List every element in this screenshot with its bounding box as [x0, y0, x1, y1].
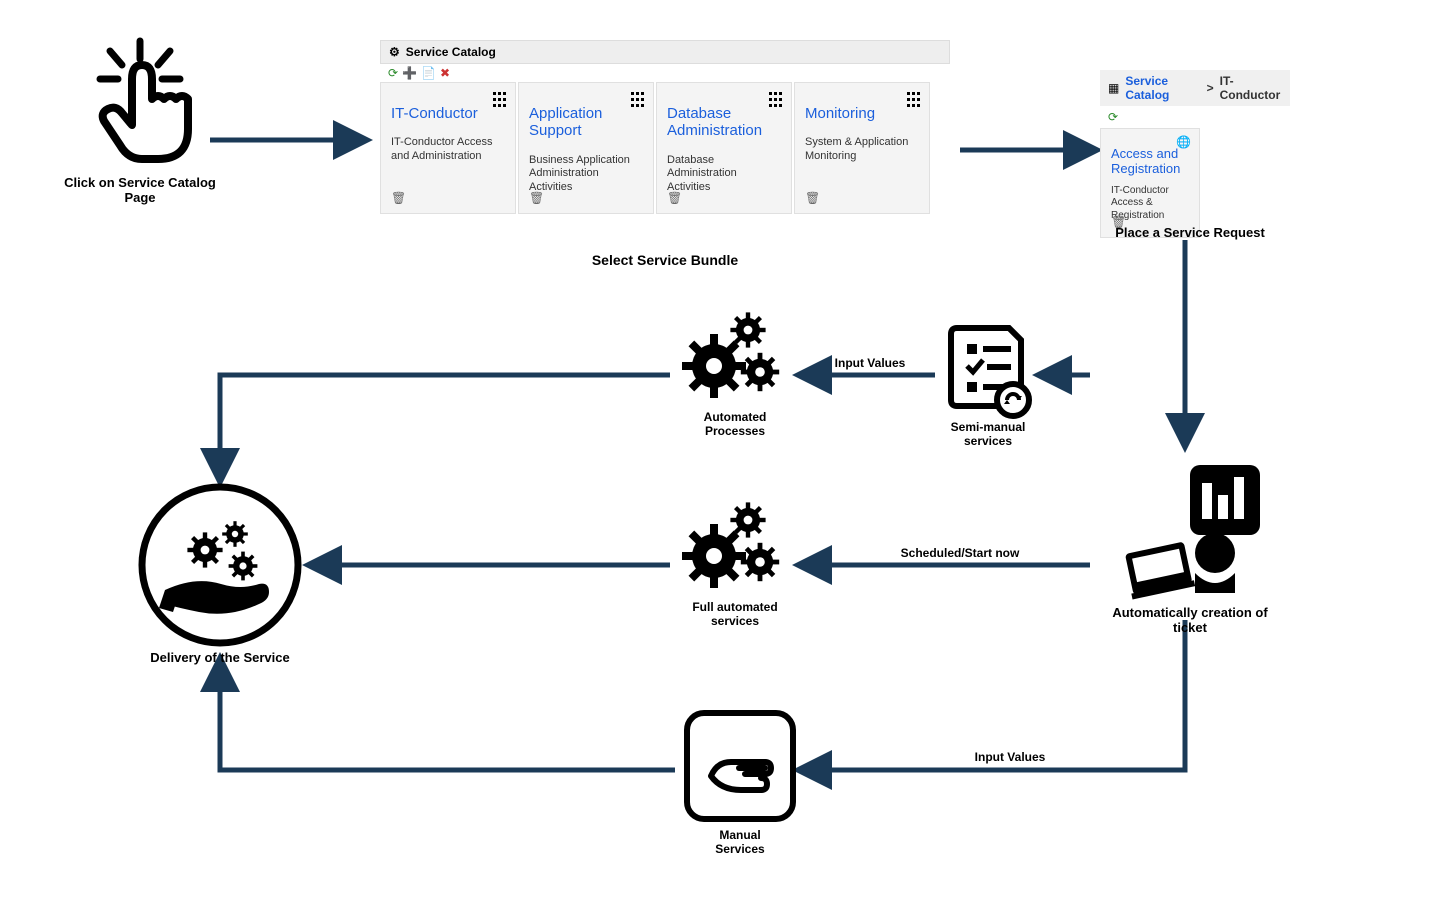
globe-icon: 🌐: [1176, 135, 1191, 149]
breadcrumb-sep: >: [1207, 81, 1214, 95]
grid-icon: ▦: [1108, 81, 1119, 95]
label-input-values-2: Input Values: [940, 750, 1080, 764]
catalog-header: ⚙ Service Catalog: [380, 40, 950, 64]
ticket-icon: [1100, 455, 1280, 605]
grip-icon: [768, 89, 783, 107]
catalog-card[interactable]: IT-Conductor IT-Conductor Access and Adm…: [380, 82, 516, 214]
card-desc: IT-Conductor Access and Administration: [391, 136, 505, 164]
trash-icon[interactable]: 🗑: [529, 191, 544, 205]
delete-icon[interactable]: ✖: [440, 66, 450, 80]
ticket-caption: Automatically creation of ticket: [1100, 605, 1280, 635]
full-auto-caption: Full automated services: [680, 600, 790, 628]
click-icon: [60, 35, 220, 175]
catalog-cards: IT-Conductor IT-Conductor Access and Adm…: [380, 82, 950, 214]
semi-caption: Semi-manual services: [938, 420, 1038, 448]
gear-small-icon: ⚙: [389, 45, 400, 59]
delivery-caption: Delivery of the Service: [130, 650, 310, 665]
gears-icon: [680, 500, 790, 600]
card-desc: System & Application Monitoring: [805, 136, 919, 164]
card-desc: Database Administration Activities: [667, 154, 781, 195]
gears-icon: [680, 310, 790, 410]
catalog-card[interactable]: Application Support Business Application…: [518, 82, 654, 214]
breadcrumb: ▦ Service Catalog > IT-Conductor: [1100, 70, 1290, 106]
card-title: Monitoring: [805, 105, 919, 122]
step1-caption: Click on Service Catalog Page: [60, 175, 220, 205]
checklist-refresh-icon: [938, 320, 1038, 420]
catalog-caption: Select Service Bundle: [380, 252, 950, 268]
manual-caption: Manual Services: [680, 828, 800, 856]
refresh-icon[interactable]: ⟳: [388, 66, 398, 80]
card-title: Database Administration: [667, 105, 781, 140]
auto-proc-caption: Automated Processes: [680, 410, 790, 438]
card-desc: Business Application Administration Acti…: [529, 154, 643, 195]
card-title: IT-Conductor: [391, 105, 505, 122]
refresh-icon[interactable]: ⟳: [1108, 110, 1118, 124]
grip-icon: [906, 89, 921, 107]
grip-icon: [630, 89, 645, 107]
grip-icon: [492, 89, 507, 107]
catalog-title: Service Catalog: [406, 45, 496, 59]
delivery-icon: [130, 480, 310, 650]
step3-caption: Place a Service Request: [1110, 225, 1270, 240]
copy-icon[interactable]: 📄: [421, 66, 436, 80]
manual-hand-icon: [684, 710, 796, 822]
catalog-card[interactable]: Monitoring System & Application Monitori…: [794, 82, 930, 214]
trash-icon[interactable]: 🗑: [667, 191, 682, 205]
label-scheduled: Scheduled/Start now: [870, 546, 1050, 560]
label-input-values-1: Input Values: [810, 356, 930, 370]
breadcrumb-root[interactable]: Service Catalog: [1125, 74, 1200, 102]
trash-icon[interactable]: 🗑: [805, 191, 820, 205]
trash-icon[interactable]: 🗑: [391, 191, 406, 205]
breadcrumb-leaf: IT-Conductor: [1220, 74, 1282, 102]
request-card-title: Access and Registration: [1111, 147, 1189, 177]
card-title: Application Support: [529, 105, 643, 140]
catalog-toolbar: ⟳ ➕ 📄 ✖: [380, 64, 950, 82]
catalog-card[interactable]: Database Administration Database Adminis…: [656, 82, 792, 214]
request-card[interactable]: 🌐 Access and Registration IT-Conductor A…: [1100, 128, 1200, 238]
add-icon[interactable]: ➕: [402, 66, 417, 80]
